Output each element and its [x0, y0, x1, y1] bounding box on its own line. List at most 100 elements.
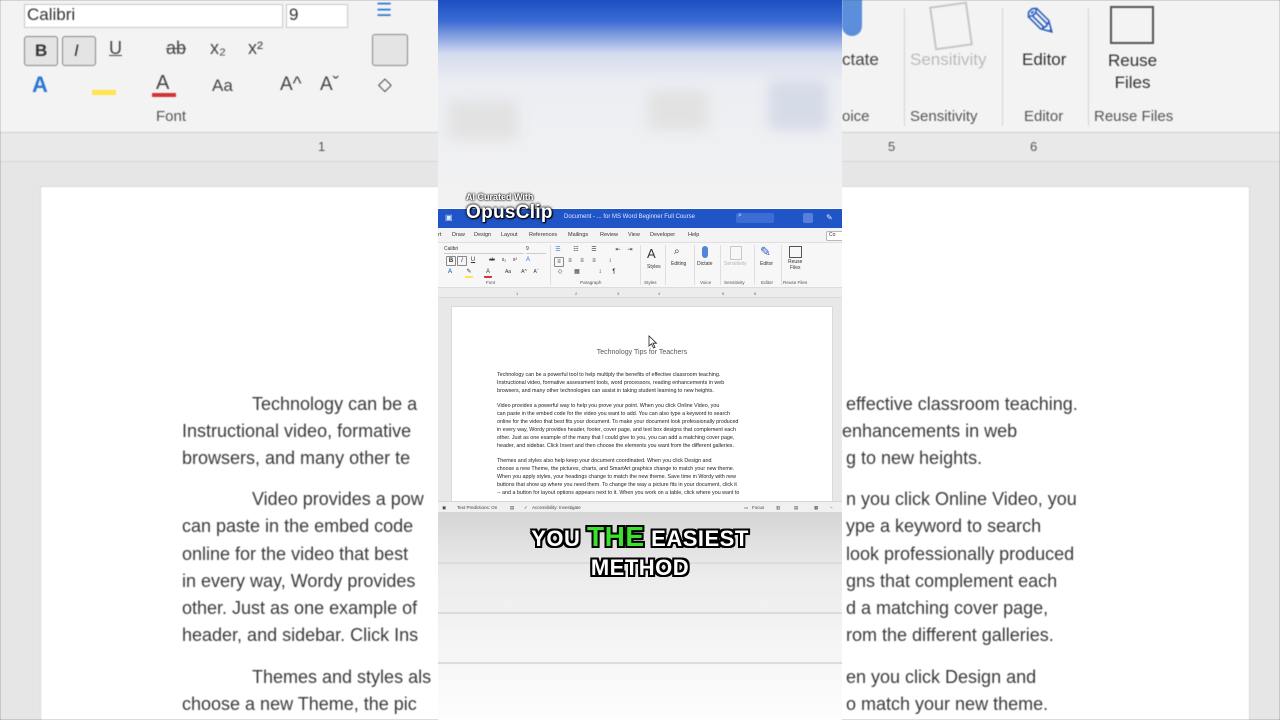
- tab-layout[interactable]: Layout: [501, 232, 518, 238]
- page-status-icon[interactable]: ▣: [442, 505, 446, 511]
- separator: [781, 245, 782, 285]
- styles-icon[interactable]: A: [647, 246, 663, 262]
- shrink-font-icon[interactable]: Aˇ: [532, 268, 540, 276]
- editor-icon[interactable]: ✎: [760, 244, 776, 260]
- paragraph-line[interactable]: Video provides a powerful way to help yo…: [497, 402, 793, 410]
- tab-help[interactable]: Help: [688, 232, 699, 238]
- align-center-button[interactable]: ≡: [566, 257, 574, 265]
- align-right-button[interactable]: ≡: [578, 257, 586, 265]
- justify-button[interactable]: ≡: [590, 257, 598, 265]
- bg-left-line: Technology can be a: [252, 394, 418, 414]
- font-size-box[interactable]: 9: [526, 246, 546, 254]
- superscript-button[interactable]: x²: [511, 256, 519, 264]
- subscript-button[interactable]: x₂: [500, 256, 508, 264]
- doc-icon[interactable]: ▤: [510, 505, 514, 511]
- focus-button[interactable]: Focus: [752, 505, 764, 510]
- styles-button[interactable]: Styles: [647, 264, 661, 270]
- paragraph-line[interactable]: in every way, Wordy provides header, foo…: [497, 426, 793, 434]
- decrease-indent-icon[interactable]: ⇤: [614, 246, 622, 254]
- line-spacing-icon[interactable]: ↕: [606, 257, 614, 265]
- bg-highlight-icon: [92, 90, 116, 95]
- text-predictions-status[interactable]: Text Predictions: On: [457, 505, 497, 510]
- tab-draw[interactable]: Draw: [452, 232, 465, 238]
- tab-developer[interactable]: Developer: [650, 232, 675, 238]
- avatar[interactable]: [803, 213, 813, 223]
- multilevel-icon[interactable]: ☰: [590, 246, 598, 254]
- bg-superscript-icon: x²: [248, 38, 263, 58]
- accessibility-icon[interactable]: ✓: [524, 505, 528, 511]
- tab-references[interactable]: References: [529, 232, 557, 238]
- document-page[interactable]: Technology Tips for Teachers Technology …: [451, 306, 833, 501]
- word-window: ▣ Document - ... for MS Word Beginner Fu…: [438, 209, 842, 513]
- paragraph-line[interactable]: Themes and styles also help keep your do…: [497, 457, 793, 465]
- pen-icon[interactable]: ✎: [826, 213, 833, 222]
- align-left-button[interactable]: ≡: [554, 257, 564, 267]
- bg-italic-button: I: [62, 36, 96, 66]
- editor-button[interactable]: Editor: [760, 261, 773, 267]
- document-title[interactable]: Technology Tips for Teachers: [452, 349, 832, 356]
- tab-mailings[interactable]: Mailings: [568, 232, 588, 238]
- bg-reuse-icon: [1110, 6, 1154, 44]
- find-icon[interactable]: ⌕: [674, 246, 690, 262]
- paragraph-line[interactable]: choose a new Theme, the pictures, charts…: [497, 465, 793, 473]
- paragraph-line[interactable]: -- and a button for layout options appea…: [497, 489, 793, 497]
- ruler-number: 2: [575, 291, 578, 296]
- paragraph-line[interactable]: can paste in the embed code for the vide…: [497, 410, 793, 418]
- editing-button[interactable]: Editing: [671, 261, 686, 267]
- bg-right-line: ype a keyword to search: [846, 516, 1042, 536]
- borders-icon[interactable]: ▦: [573, 268, 581, 276]
- save-icon[interactable]: ▣: [445, 213, 453, 222]
- grow-font-icon[interactable]: A^: [520, 268, 528, 276]
- bullets-icon[interactable]: ☰: [554, 246, 562, 254]
- bg-right-line: en you click Design and: [846, 667, 1037, 687]
- paragraph-line[interactable]: buttons that show up where you need them…: [497, 481, 793, 489]
- tab-review[interactable]: Review: [600, 232, 618, 238]
- strikethrough-button[interactable]: ab: [488, 256, 496, 264]
- bg-underline-icon: U: [109, 38, 122, 58]
- underline-button[interactable]: U: [469, 256, 477, 264]
- print-layout-icon[interactable]: ▤: [794, 505, 798, 511]
- bg-right-line: d a matching cover page,: [846, 598, 1049, 618]
- microphone-icon[interactable]: [702, 246, 708, 258]
- reuse-files-icon[interactable]: [789, 246, 802, 258]
- bg-editor-icon: ✎: [1024, 1, 1058, 45]
- italic-button[interactable]: I: [457, 256, 467, 266]
- bold-button[interactable]: B: [446, 256, 456, 266]
- tab-insert[interactable]: rt: [438, 232, 441, 238]
- focus-icon[interactable]: ▭: [744, 505, 748, 511]
- ruler-number: 6: [754, 291, 757, 296]
- paragraph-line[interactable]: header, and sidebar. Click Insert and th…: [497, 442, 793, 450]
- numbering-icon[interactable]: ☷: [572, 246, 580, 254]
- paragraph-line[interactable]: other. Just as one example of the many t…: [497, 434, 793, 442]
- separator: [640, 245, 641, 285]
- increase-indent-icon[interactable]: ⇥: [626, 246, 634, 254]
- paragraph-line[interactable]: online for the video that best fits your…: [497, 418, 793, 426]
- shading-icon[interactable]: ◇: [556, 268, 564, 276]
- font-color-icon[interactable]: A: [484, 268, 492, 278]
- font-name-box[interactable]: Calibri: [444, 246, 524, 254]
- read-mode-icon[interactable]: ▥: [776, 505, 780, 511]
- reuse-files-button[interactable]: Reuse Files: [788, 259, 802, 271]
- change-case-icon[interactable]: Aa: [504, 268, 512, 276]
- text-effects-icon[interactable]: A: [446, 268, 454, 276]
- bg-sep-2: [1002, 8, 1003, 126]
- paragraph-mark-icon[interactable]: ¶: [610, 268, 618, 276]
- sort-icon[interactable]: ↕: [596, 268, 604, 276]
- zoom-slider[interactable]: –: [830, 505, 833, 510]
- paragraph-line[interactable]: Instructional video, formative assessmen…: [497, 379, 793, 387]
- highlight-icon[interactable]: ✎: [465, 268, 473, 278]
- bg-left-line: in every way, Wordy provides: [182, 571, 416, 591]
- paragraph-line[interactable]: browsers, and many other technologies ca…: [497, 387, 793, 395]
- search-icon: ⌕: [738, 212, 742, 219]
- paragraph-line[interactable]: Technology can be a powerful tool to hel…: [497, 371, 793, 379]
- bg-grow-font-icon: A^: [280, 74, 302, 95]
- accessibility-status[interactable]: Accessibility: Investigate: [532, 505, 581, 510]
- web-layout-icon[interactable]: ▦: [814, 505, 818, 511]
- tab-view[interactable]: View: [628, 232, 640, 238]
- bg-ruler-6: 6: [1030, 139, 1038, 154]
- comments-button[interactable]: Co: [826, 231, 842, 241]
- paragraph-line[interactable]: When you apply styles, your headings cha…: [497, 473, 793, 481]
- tab-design[interactable]: Design: [474, 232, 491, 238]
- dictate-button[interactable]: Dictate: [697, 261, 713, 267]
- clear-format-icon[interactable]: A: [524, 256, 532, 264]
